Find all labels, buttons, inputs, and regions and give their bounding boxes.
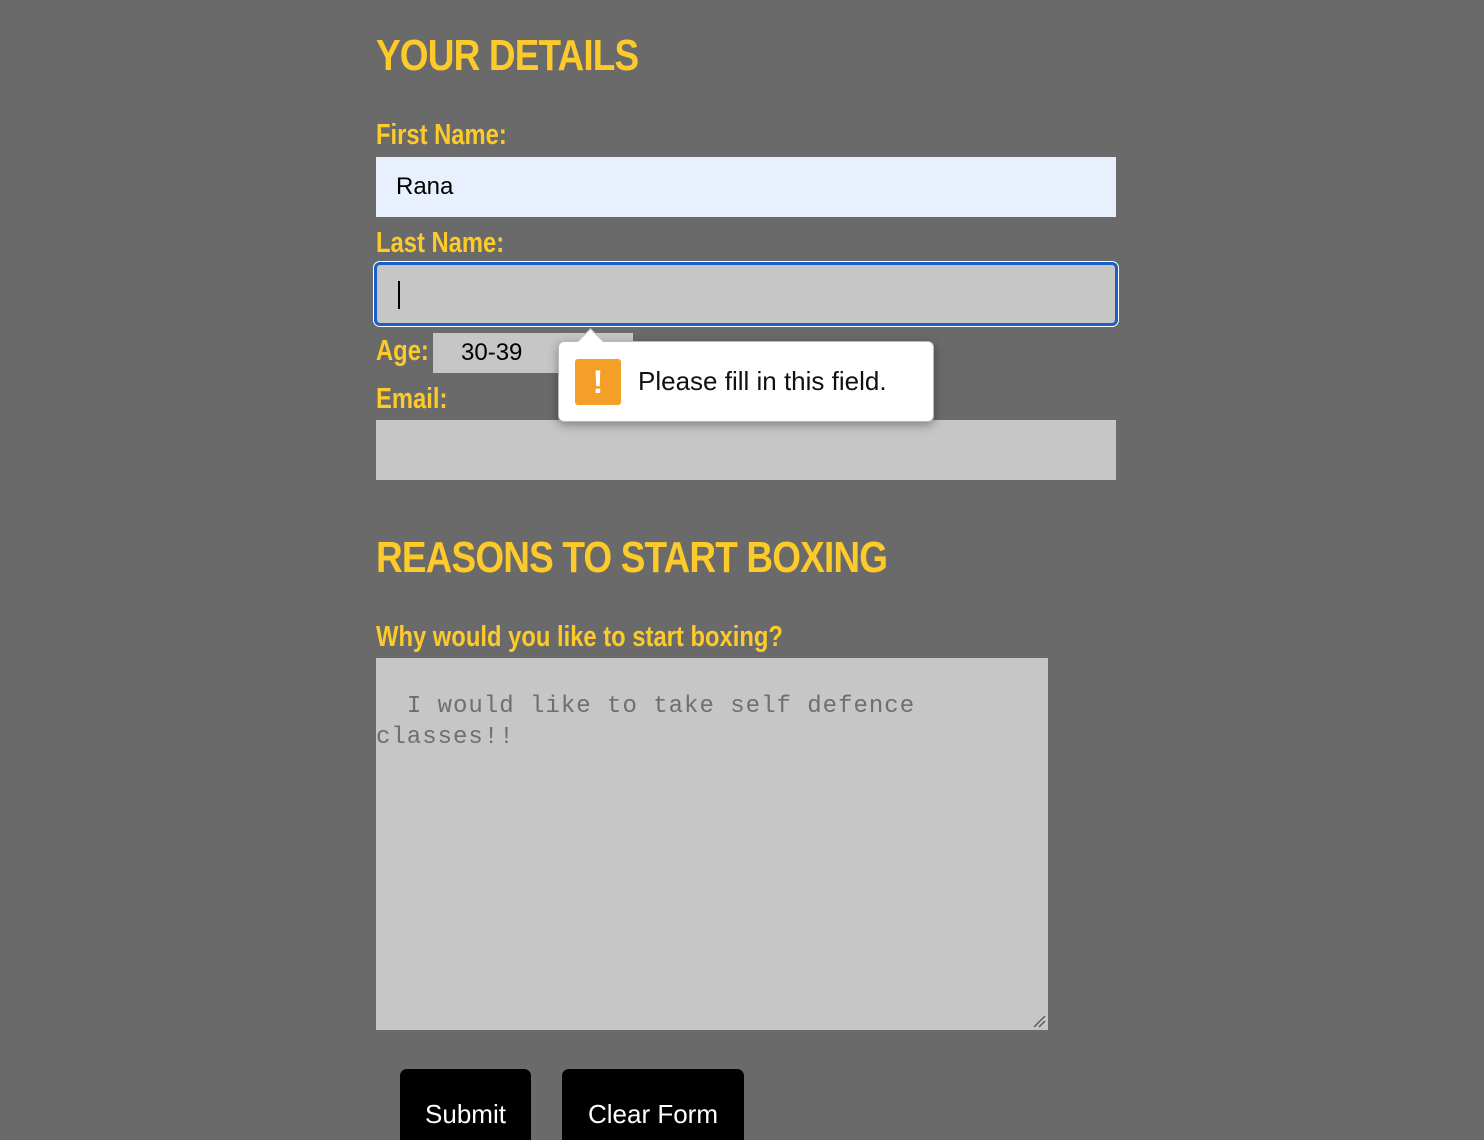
text-caret xyxy=(398,281,400,309)
reasons-heading: REASONS TO START BOXING xyxy=(376,533,888,582)
reason-question-label: Why would you like to start boxing? xyxy=(376,621,783,653)
first-name-label: First Name: xyxy=(376,119,507,151)
age-selected-value: 30-39 xyxy=(461,339,523,366)
reason-text: I would like to take self defence classe… xyxy=(376,693,931,751)
last-name-input[interactable] xyxy=(374,262,1118,326)
first-name-input[interactable]: Rana xyxy=(376,157,1116,217)
your-details-heading: YOUR DETAILS xyxy=(376,31,639,80)
warning-icon: ! xyxy=(575,359,621,405)
email-label: Email: xyxy=(376,383,448,415)
email-input[interactable] xyxy=(376,420,1116,480)
clear-form-button[interactable]: Clear Form xyxy=(562,1069,744,1140)
validation-tooltip: ! Please fill in this field. xyxy=(558,328,934,422)
reason-textarea[interactable]: I would like to take self defence classe… xyxy=(376,658,1048,1030)
resize-grip-icon[interactable] xyxy=(1032,1014,1046,1028)
submit-button[interactable]: Submit xyxy=(400,1069,531,1140)
last-name-label: Last Name: xyxy=(376,227,505,259)
validation-message: Please fill in this field. xyxy=(638,366,887,396)
age-label: Age: xyxy=(376,335,429,367)
